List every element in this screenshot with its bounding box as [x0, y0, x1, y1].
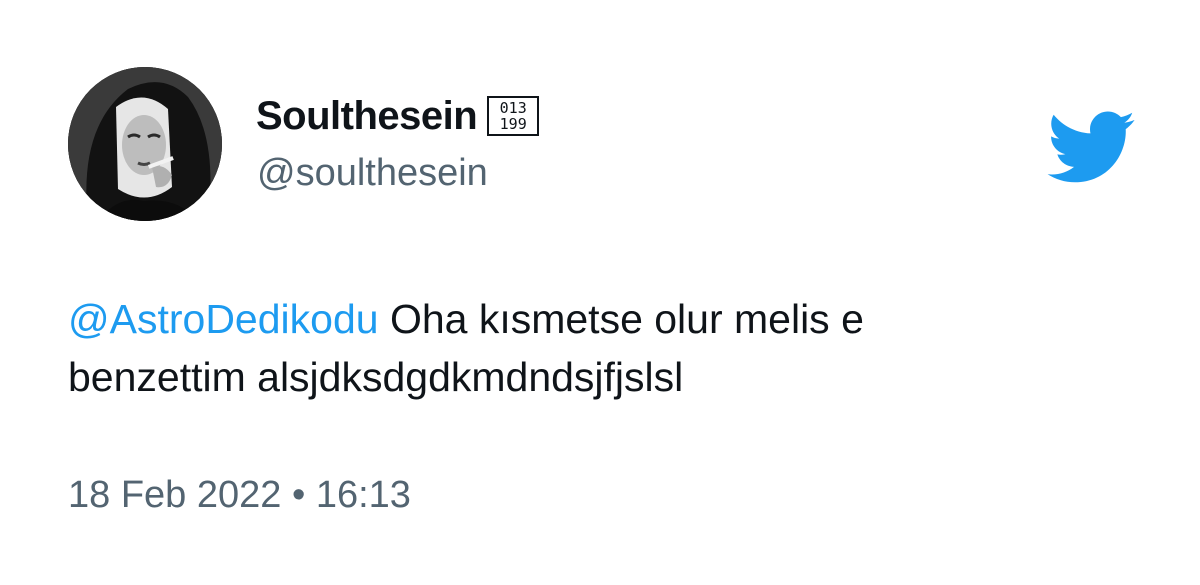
tweet-time: 16:13 [315, 474, 411, 516]
author-name-row: Soulthesein 013 199 [256, 92, 540, 140]
glyph-bottom-digits: 199 [499, 115, 527, 133]
twitter-bird-svg [1047, 111, 1135, 183]
tweet-date: 18 Feb 2022 [68, 474, 282, 516]
timestamp-separator: • [291, 474, 306, 516]
tweet-body-line2: benzettim alsjdksdgdkmdndsjfjslsl [68, 354, 684, 400]
unknown-glyph-box: 013 199 [487, 96, 540, 136]
avatar[interactable] [68, 67, 222, 221]
tweet-body-line1: Oha kısmetse olur melis e [378, 296, 864, 342]
user-handle[interactable]: @soulthesein [257, 152, 488, 195]
mention-link[interactable]: @AstroDedikodu [68, 296, 379, 342]
avatar-photo [68, 67, 222, 221]
glyph-top-digits: 013 [499, 99, 527, 117]
tweet-text: @AstroDedikodu Oha kısmetse olur melis e… [68, 290, 1108, 406]
tweet-timestamp[interactable]: 18 Feb 2022 • 16:13 [68, 474, 411, 517]
twitter-bird-icon [1044, 108, 1136, 184]
display-name[interactable]: Soulthesein [256, 94, 478, 139]
